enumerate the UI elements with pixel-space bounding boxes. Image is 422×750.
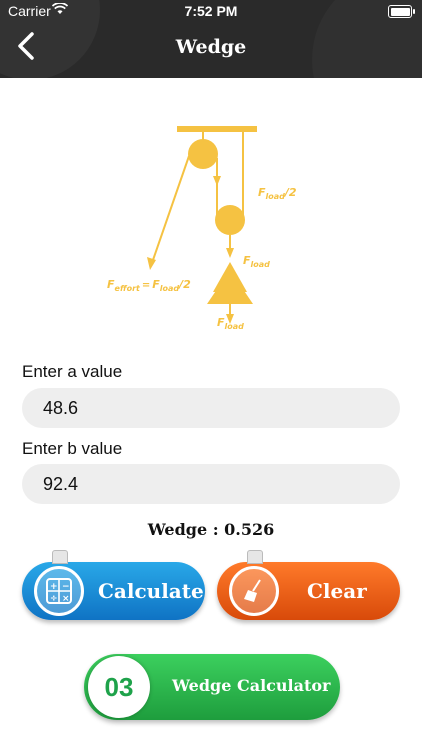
- svg-text:+: +: [50, 582, 58, 592]
- label-f-effort: Feffort = Fload/2: [107, 278, 191, 293]
- page-title: Wedge: [175, 36, 247, 58]
- button-cap: [247, 550, 263, 564]
- b-value-input[interactable]: [22, 464, 400, 504]
- label-f-load-half-1: Fload/2: [258, 186, 297, 201]
- svg-text:÷: ÷: [50, 594, 58, 604]
- clear-button[interactable]: Clear: [217, 550, 400, 620]
- wedge-calculator-banner[interactable]: 03 Wedge Calculator: [84, 654, 340, 720]
- broom-icon: [229, 566, 279, 616]
- b-value-label: Enter b value: [22, 439, 123, 458]
- result-text: Wedge : 0.526: [147, 520, 275, 539]
- status-bar: Carrier 7:52 PM: [0, 0, 422, 22]
- label-f-load-2: Fload: [243, 254, 270, 269]
- battery-icon: [388, 5, 415, 18]
- a-value-label: Enter a value: [22, 362, 123, 381]
- ceiling-bar: [177, 126, 257, 132]
- step-number-badge: 03: [88, 656, 150, 718]
- svg-text:×: ×: [62, 594, 70, 604]
- calculate-label: Calculate: [98, 579, 204, 603]
- clock: 7:52 PM: [184, 3, 238, 19]
- pulley-diagram: Fload/2 Fload Feffort = Fload/2 Fload: [107, 126, 297, 331]
- svg-text:−: −: [62, 582, 70, 592]
- clear-label: Clear: [307, 579, 367, 603]
- wedge-calculator-label: Wedge Calculator: [172, 676, 331, 695]
- top-bar: Carrier 7:52 PM Wedge: [0, 0, 422, 78]
- upper-pulley: [188, 139, 218, 169]
- lower-pulley: [215, 205, 245, 235]
- calculate-button[interactable]: + − ÷ × Calculate: [22, 550, 205, 620]
- button-cap: [52, 550, 68, 564]
- calculator-icon: + − ÷ ×: [34, 566, 84, 616]
- a-value-input[interactable]: [22, 388, 400, 428]
